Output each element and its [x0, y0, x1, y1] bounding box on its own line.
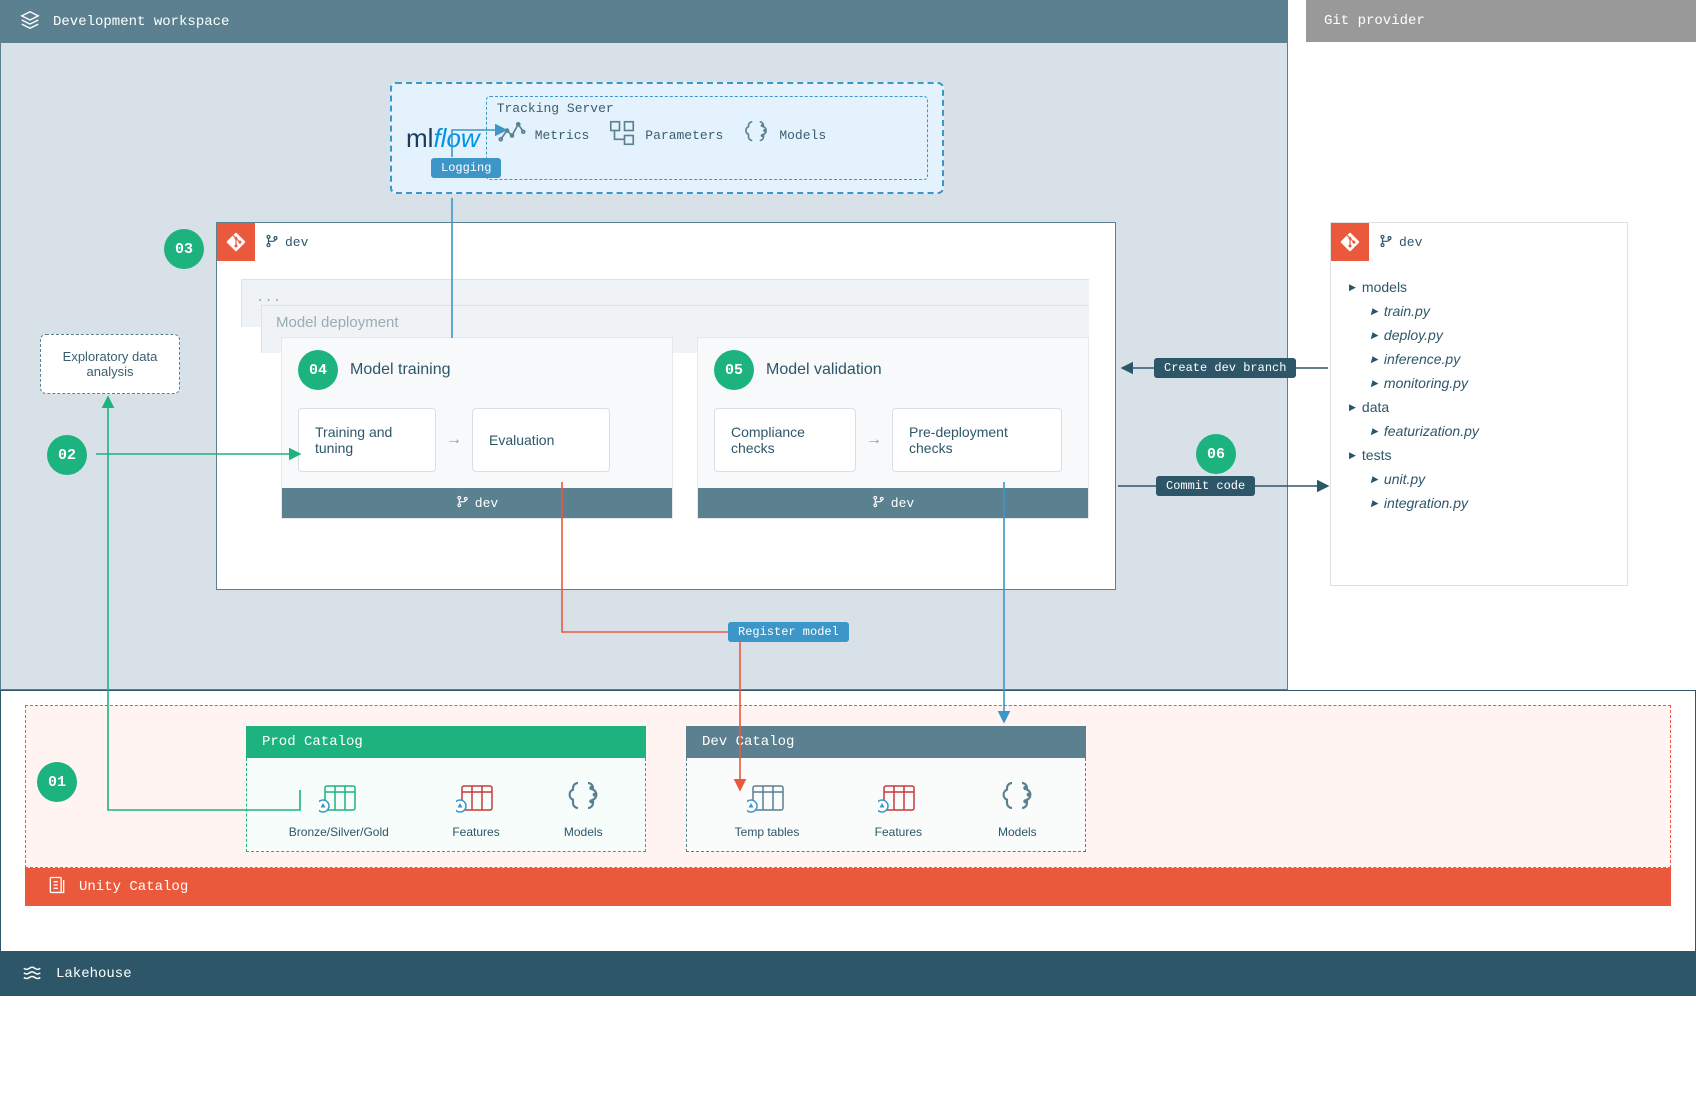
model-validation-card: 05 Model validation Compliance checks → … — [697, 337, 1089, 519]
step-04: 04 — [298, 350, 338, 390]
step-01: 01 — [37, 762, 77, 802]
stack-icon — [19, 9, 41, 36]
mlflow-logo-flow: flow — [433, 123, 479, 154]
dev-catalog: Dev Catalog Temp tables Features Models — [686, 726, 1086, 852]
training-tuning-box: Training and tuning — [298, 408, 436, 472]
step-03: 03 — [164, 229, 204, 269]
commit-code-tag: Commit code — [1156, 476, 1255, 496]
catalog-item: Bronze/Silver/Gold — [289, 778, 389, 839]
branch-icon — [872, 495, 885, 511]
register-model-tag: Register model — [728, 622, 849, 642]
tree-folder-models: ▶models — [1349, 275, 1609, 299]
git-icon — [1331, 223, 1369, 261]
table-icon — [747, 778, 787, 821]
step-02: 02 — [47, 435, 87, 475]
water-stack-icon — [22, 961, 44, 988]
main-flow-body: ... Model deployment 04 Model training T… — [217, 261, 1115, 591]
tracking-parameters: Parameters — [607, 118, 723, 152]
main-flow-box: dev ... Model deployment 04 Model traini… — [216, 222, 1116, 590]
unity-catalog-footer: Unity Catalog — [25, 868, 1671, 906]
branch-icon — [456, 495, 469, 511]
brain-icon — [741, 118, 771, 152]
parameters-icon — [607, 118, 637, 152]
mlflow-logo-ml: ml — [406, 123, 433, 154]
evaluation-box: Evaluation — [472, 408, 610, 472]
tree-folder-tests: ▶tests — [1349, 443, 1609, 467]
predeploy-box: Pre-deployment checks — [892, 408, 1062, 472]
dev-workspace-header: Development workspace — [1, 1, 1287, 43]
tree-file: ▶inference.py — [1349, 347, 1609, 371]
catalog-item: Features — [875, 778, 922, 839]
table-icon — [878, 778, 918, 821]
model-training-card: 04 Model training Training and tuning → … — [281, 337, 673, 519]
git-panel: dev ▶models ▶train.py ▶deploy.py ▶infere… — [1330, 222, 1628, 586]
table-icon — [456, 778, 496, 821]
mlflow-logo: mlflow — [406, 123, 480, 154]
brain-icon — [563, 778, 603, 821]
unity-catalog-dashed: Prod Catalog Bronze/Silver/Gold Features… — [25, 705, 1671, 868]
lakehouse-container: Prod Catalog Bronze/Silver/Gold Features… — [0, 690, 1696, 996]
tracking-server-box: Tracking Server Metrics Parameters Model… — [486, 96, 928, 180]
git-panel-header: dev — [1331, 223, 1627, 261]
branch-icon — [1379, 234, 1393, 251]
arrow-icon: → — [446, 431, 462, 449]
logging-tag: Logging — [431, 158, 501, 178]
create-branch-tag: Create dev branch — [1154, 358, 1296, 378]
tracking-metrics: Metrics — [497, 118, 590, 152]
compliance-box: Compliance checks — [714, 408, 856, 472]
git-provider-title: Git provider — [1324, 13, 1425, 29]
git-provider-header: Git provider — [1306, 0, 1696, 42]
step-06: 06 — [1196, 434, 1236, 474]
step-05: 05 — [714, 350, 754, 390]
tracking-models: Models — [741, 118, 826, 152]
tree-file: ▶integration.py — [1349, 491, 1609, 515]
tree-file: ▶unit.py — [1349, 467, 1609, 491]
tracking-server-title: Tracking Server — [497, 101, 917, 116]
branch-label: dev — [265, 234, 308, 251]
arrow-icon: → — [866, 431, 882, 449]
catalog-item: Models — [997, 778, 1037, 839]
dev-workspace-title: Development workspace — [53, 14, 229, 30]
metrics-icon — [497, 118, 527, 152]
tree-file: ▶monitoring.py — [1349, 371, 1609, 395]
catalog-icon — [47, 875, 67, 900]
branch-icon — [265, 234, 279, 251]
catalog-item: Features — [452, 778, 499, 839]
catalog-item: Models — [563, 778, 603, 839]
exploratory-box: Exploratory data analysis — [40, 334, 180, 394]
git-icon — [217, 223, 255, 261]
tree-file: ▶deploy.py — [1349, 323, 1609, 347]
lakehouse-footer: Lakehouse — [0, 952, 1696, 996]
git-tree: ▶models ▶train.py ▶deploy.py ▶inference.… — [1331, 261, 1627, 529]
catalog-item: Temp tables — [735, 778, 800, 839]
main-flow-header: dev — [217, 223, 1115, 261]
table-icon — [319, 778, 359, 821]
brain-icon — [997, 778, 1037, 821]
tree-file: ▶featurization.py — [1349, 419, 1609, 443]
tree-folder-data: ▶data — [1349, 395, 1609, 419]
tree-file: ▶train.py — [1349, 299, 1609, 323]
prod-catalog: Prod Catalog Bronze/Silver/Gold Features… — [246, 726, 646, 852]
